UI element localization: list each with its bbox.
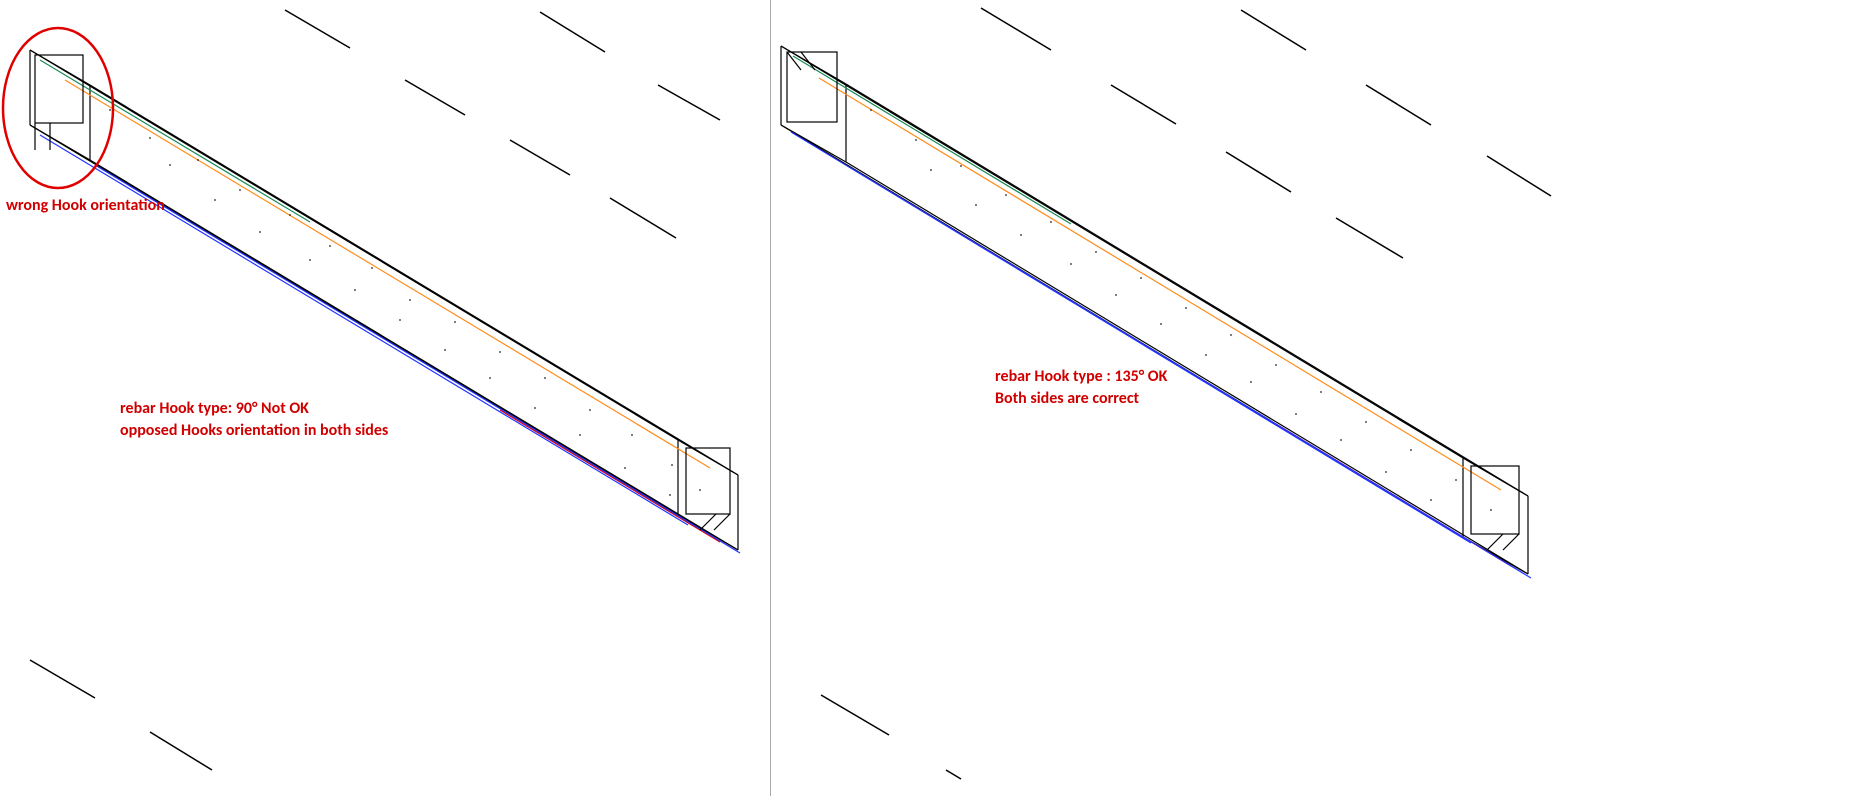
grid-dashes-right — [821, 8, 1551, 779]
panel-left-90deg: wrong Hook orientation rebar Hook type: … — [0, 0, 770, 796]
note-left-line1: rebar Hook type: 90° Not OK — [120, 398, 388, 420]
beam-outline-right — [781, 46, 1528, 574]
callout-label-wrong-hook: wrong Hook orientation — [6, 196, 165, 215]
grid-dashes-left — [15, 10, 720, 770]
rebar-long-left — [40, 60, 740, 553]
note-left: rebar Hook type: 90° Not OK opposed Hook… — [120, 398, 388, 441]
note-right-line2: Both sides are correct — [995, 388, 1167, 410]
rebar-long-right — [791, 56, 1531, 578]
note-left-line2: opposed Hooks orientation in both sides — [120, 420, 388, 442]
stirrups-left — [35, 55, 730, 530]
note-right-line1: rebar Hook type : 135° OK — [995, 366, 1167, 388]
beam-outline-left — [30, 50, 738, 550]
panel-right-135deg: rebar Hook type : 135° OK Both sides are… — [770, 0, 1865, 796]
diagram-right — [771, 0, 1865, 796]
hatch-dots-right — [870, 109, 1492, 511]
callout-ellipse — [3, 28, 113, 188]
note-right: rebar Hook type : 135° OK Both sides are… — [995, 366, 1167, 409]
stirrups-right — [787, 52, 1519, 550]
